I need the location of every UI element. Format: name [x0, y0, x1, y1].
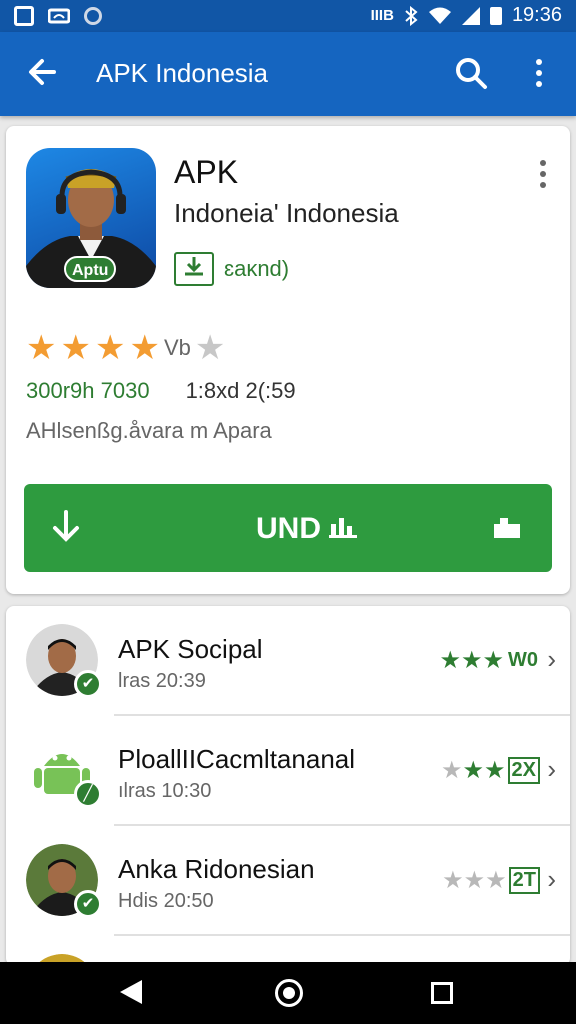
- rating-label: 2T: [508, 867, 540, 894]
- app-meta-left: 300r9h 7030: [26, 378, 150, 403]
- wifi-icon: [428, 7, 451, 24]
- star-empty-icon: ★: [440, 757, 463, 784]
- star-icon: ★: [460, 647, 483, 674]
- app-bar-title: APK Indonesia: [96, 58, 269, 88]
- install-side-icon[interactable]: [492, 516, 522, 538]
- app-tag: ɛaκnd): [174, 252, 289, 286]
- star-icon: ★: [462, 757, 485, 784]
- star-empty-icon: ★: [485, 867, 507, 894]
- rating-label: W0: [508, 649, 538, 671]
- list-item[interactable]: ✔ Anka Ridonesian Hdis 20:50 ★ ★ ★ 2T ›: [6, 826, 570, 936]
- chevron-right-icon[interactable]: ›: [547, 754, 556, 785]
- list-item-subtitle: lras 20:39: [118, 670, 206, 692]
- app-meta: 300r9h 7030 1:8xd 2(:59: [26, 378, 296, 404]
- signal-icon: [461, 6, 480, 25]
- app-developer[interactable]: Indoneia' Indonesia: [174, 198, 399, 229]
- nav-home-icon[interactable]: [275, 979, 303, 1007]
- star-empty-icon: ★: [442, 867, 464, 894]
- verified-check-icon: ╱: [74, 780, 102, 808]
- related-apps-list: ✔ APK Socipal lras 20:39 ★ ★ ★ W0 › ╱ Pl…: [6, 606, 570, 966]
- nav-back-icon[interactable]: [120, 980, 142, 1004]
- star-icon: ★: [482, 647, 504, 674]
- list-item-title: APK Socipal: [118, 634, 263, 664]
- chevron-right-icon[interactable]: ›: [547, 644, 556, 675]
- more-vert-icon[interactable]: [526, 56, 552, 90]
- list-item-rating: ★ ★ ★ W0: [439, 646, 540, 675]
- star-icon: ★: [94, 329, 126, 367]
- app-tag-label: ɛaκnd): [224, 256, 290, 281]
- star-icon: ★: [439, 647, 461, 674]
- voicemail-icon: [48, 8, 70, 24]
- download-box-icon: [174, 252, 214, 286]
- app-bar: APK Indonesia: [0, 32, 576, 116]
- status-system-icons: IIIB 19:36: [371, 4, 562, 27]
- status-time: 19:36: [511, 4, 562, 26]
- app-detail-card: Aptu APK Indoneia' Indonesia ɛaκnd) ★ ★ …: [6, 126, 570, 594]
- vibrate-icon: IIIB: [370, 7, 394, 24]
- star-icon: ★: [60, 329, 91, 367]
- bluetooth-icon: [405, 5, 418, 26]
- star-icon: ★: [129, 329, 160, 367]
- back-arrow-icon[interactable]: [22, 52, 62, 92]
- star-empty-icon: ★: [463, 867, 486, 894]
- rating-text: Vb: [163, 335, 191, 360]
- chevron-right-icon[interactable]: ›: [547, 864, 556, 895]
- rating-label: 2X: [507, 757, 540, 784]
- list-item-subtitle: ılras 10:30: [118, 780, 212, 802]
- star-icon: ★: [484, 757, 506, 784]
- list-item[interactable]: ╱ PloallIICacmltananal ılras 10:30 ★ ★ ★…: [6, 716, 570, 826]
- star-icon: ★: [26, 329, 57, 367]
- app-name: APK: [174, 154, 239, 190]
- app-icon-badge: Aptu: [64, 256, 117, 282]
- rating-stars: ★ ★ ★ ★ Vb ★: [26, 328, 225, 368]
- install-button[interactable]: UND: [24, 484, 552, 572]
- list-item-title: Anka Ridonesian: [118, 854, 315, 884]
- card-more-icon[interactable]: [536, 158, 550, 190]
- star-empty-icon: ★: [194, 329, 226, 367]
- verified-check-icon: ✔: [74, 670, 102, 698]
- circle-icon: [84, 7, 102, 25]
- download-arrow-icon: [46, 506, 86, 554]
- list-item-rating: ★ ★ ★ 2T: [442, 866, 540, 895]
- verified-check-icon: ✔: [74, 890, 102, 918]
- list-item-subtitle: Hdis 20:50: [118, 890, 214, 912]
- photo-icon: [14, 6, 34, 26]
- app-meta-right: 1:8xd 2(:59: [185, 378, 296, 403]
- list-item[interactable]: ✔ APK Socipal lras 20:39 ★ ★ ★ W0 ›: [6, 606, 570, 716]
- search-icon[interactable]: [454, 56, 488, 90]
- status-notification-icons: [14, 6, 102, 26]
- status-bar: IIIB 19:36: [0, 0, 576, 32]
- install-button-label: UND: [256, 512, 358, 546]
- list-item-title: PloallIICacmltananal: [118, 744, 356, 774]
- app-description: AHlsenßg.åvara m Apara: [26, 418, 272, 443]
- app-icon[interactable]: Aptu: [26, 148, 156, 288]
- bar-chart-icon: [329, 518, 358, 538]
- install-label-text: UND: [256, 512, 321, 545]
- list-item-rating: ★ ★ ★ 2X: [441, 756, 540, 785]
- navigation-bar: [0, 962, 576, 1024]
- nav-recents-icon[interactable]: [431, 982, 453, 1004]
- battery-icon: [489, 6, 502, 25]
